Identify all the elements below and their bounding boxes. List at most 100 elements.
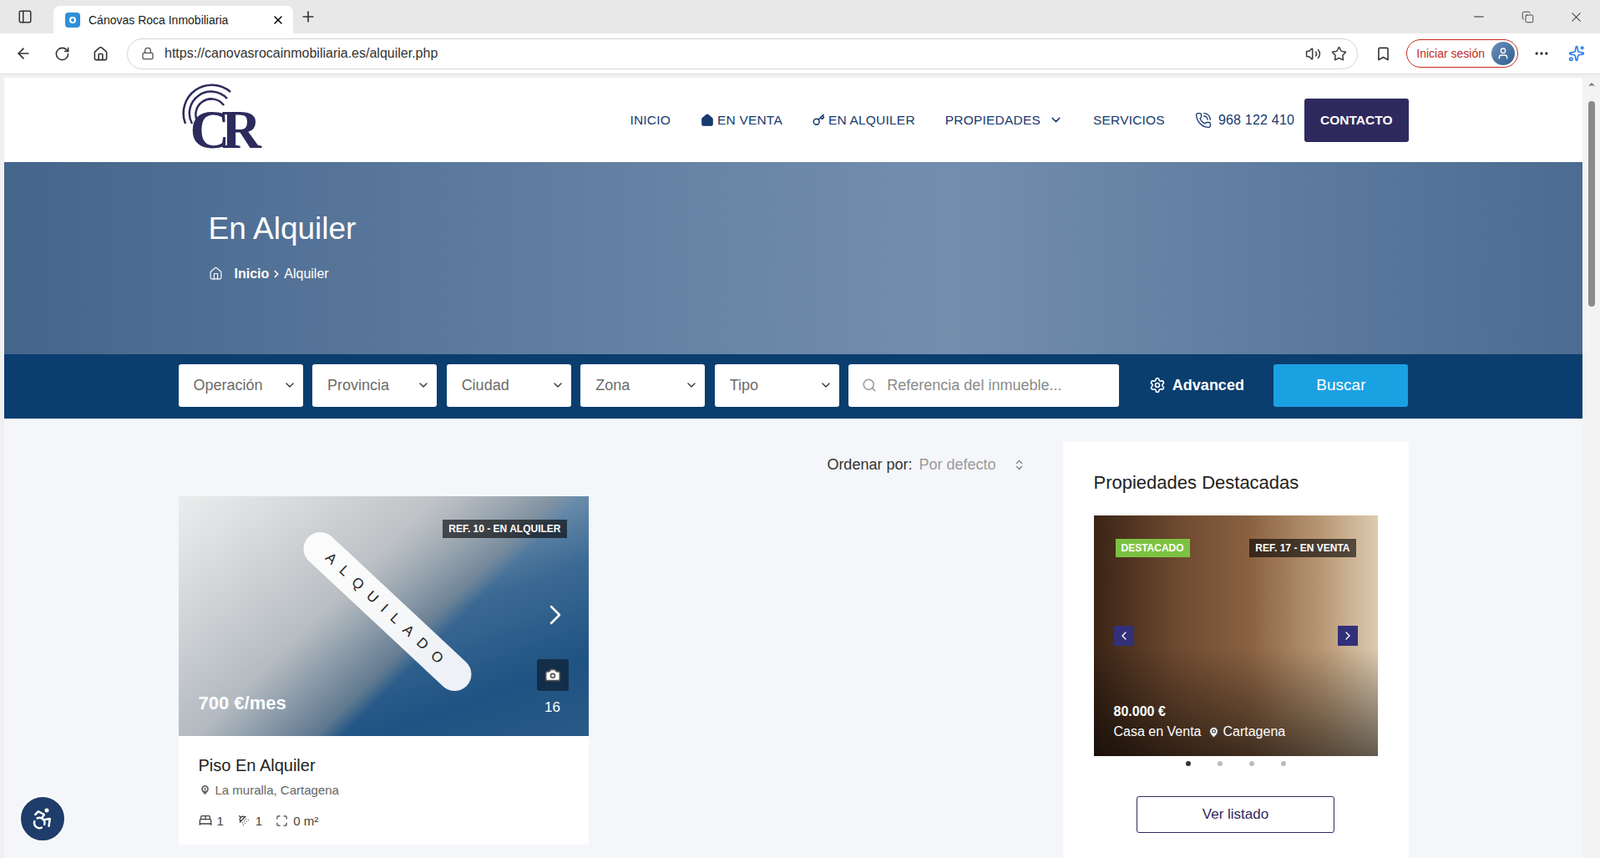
nav-link[interactable]: EN VENTA [700,112,783,128]
more-icon [1533,45,1550,62]
sort-control[interactable]: Ordenar por:Por defecto [178,441,1029,489]
browser-tab[interactable]: Cánovas Roca Inmobiliaria [53,5,294,34]
hero-banner: En AlquilerInicioAlquiler [4,162,1583,354]
contact-button[interactable]: CONTACTO [1304,98,1408,142]
lock-icon [141,46,155,61]
more-button[interactable] [1524,39,1559,68]
back-icon [15,45,32,62]
prev-arrow-icon[interactable] [1113,625,1135,646]
listing-column: Ordenar por:Por defecto ALQUILADOREF. 10 … [178,441,1029,858]
next-photo-icon[interactable] [538,597,573,635]
favorite-star-icon[interactable] [1331,45,1347,62]
chevron-down-icon [283,378,297,392]
phone-icon [1194,111,1212,129]
logo-text: CR [190,101,254,157]
search-icon [861,377,877,393]
phone-link[interactable]: 968 122 410 [1194,111,1295,129]
property-card[interactable]: ALQUILADOREF. 10 - EN ALQUILER700 €/mes1… [178,496,589,845]
tab-actions[interactable] [10,2,41,31]
property-features: 110 m² [198,813,569,828]
feature: 1 [198,813,224,828]
featured-badge: DESTACADO [1115,538,1190,557]
filter-select[interactable]: Ciudad [446,364,572,407]
back-button[interactable] [5,39,42,68]
tab-strip: Cánovas Roca Inmobiliaria [0,0,1600,34]
refresh-icon [54,45,71,62]
chevron-down-icon [551,378,565,392]
shower-icon [237,813,251,827]
property-title[interactable]: Piso En Alquiler [198,754,569,776]
filter-select[interactable]: Provincia [312,364,437,407]
area-icon [275,814,289,827]
next-arrow-icon[interactable] [1337,625,1358,646]
profile-button[interactable]: Iniciar sesión [1406,39,1519,68]
favicon-icon [65,12,81,28]
filter-select[interactable]: Tipo [714,364,840,407]
chevron-down-icon [1048,112,1064,127]
scroll-up-icon[interactable] [1586,79,1597,90]
new-tab-button[interactable] [293,2,324,31]
browser-window: Cánovas Roca Inmobiliaria https://canovas… [0,0,1600,858]
gear-icon [1149,376,1166,394]
carousel-dot[interactable] [1185,760,1191,766]
scrollbar[interactable] [1582,77,1600,858]
reference-badge: REF. 10 - EN ALQUILER [442,519,567,538]
copilot-icon [1568,45,1585,62]
key-icon [812,113,826,127]
reference-input[interactable]: Referencia del inmueble... [848,364,1119,407]
breadcrumb-item: Alquiler [283,266,329,282]
filter-select[interactable]: Zona [580,364,705,407]
sort-icon [1012,458,1026,471]
nav-link[interactable]: SERVICIOS [1093,112,1165,128]
breadcrumb-item[interactable]: Inicio [234,266,270,282]
camera-icon [544,666,562,684]
featured-panel: Propiedades DestacadasDESTACADOREF. 17 -… [1063,441,1409,858]
pin-icon [1207,725,1221,739]
carousel-dot[interactable] [1281,760,1287,766]
site-header: CR INICIO EN VENTA EN ALQUILER PROPIEDADES SE… [4,77,1583,163]
bed-icon [198,813,213,827]
logo[interactable]: CR [178,83,266,157]
avatar-icon [1491,41,1515,66]
property-photo[interactable]: ALQUILADOREF. 10 - EN ALQUILER700 €/mes1… [178,496,589,736]
accessibility-button[interactable] [19,794,66,842]
home-button[interactable] [81,39,119,68]
photo-count: 16 [536,658,569,716]
carousel-dots [1093,760,1378,766]
carousel-dot[interactable] [1217,760,1223,766]
nav-link[interactable]: EN ALQUILER [812,112,916,128]
address-bar[interactable]: https://canovasrocainmobiliaria.es/alqui… [126,38,1358,70]
close-window-button[interactable] [1551,0,1600,34]
window-controls [1454,0,1600,34]
featured-photo[interactable]: DESTACADOREF. 17 - EN VENTA80.000 €Casa … [1093,515,1378,756]
url: https://canovasrocainmobiliaria.es/alqui… [164,45,1296,61]
filter-select[interactable]: Operación [178,364,304,407]
main-nav: INICIO EN VENTA EN ALQUILER PROPIEDADES SERV… [629,98,1408,142]
close-tab-icon[interactable] [271,13,285,27]
view-list-button[interactable]: Ver listado [1136,795,1335,833]
search-button[interactable]: Buscar [1273,364,1408,407]
tab-title: Cánovas Roca Inmobiliaria [88,13,264,27]
carousel-dot[interactable] [1249,760,1255,766]
scroll-thumb[interactable] [1588,101,1595,307]
nav-link[interactable]: INICIO [629,112,671,128]
favorites-button[interactable] [1366,39,1400,68]
chevron-down-icon [684,378,699,392]
chevron-down-icon [819,378,833,392]
refresh-button[interactable] [43,39,81,68]
read-aloud-icon[interactable] [1305,45,1322,62]
advanced-button[interactable]: Advanced [1129,376,1265,395]
restore-button[interactable] [1503,0,1552,34]
pin-icon [198,783,212,796]
minimize-icon [1471,9,1487,25]
home-icon [92,45,109,62]
copilot-button[interactable] [1559,39,1594,68]
plus-icon [299,8,317,26]
reference-badge: REF. 17 - EN VENTA [1249,538,1356,557]
home-icon [700,113,714,127]
page-frame: CR INICIO EN VENTA EN ALQUILER PROPIEDADES SE… [0,74,1600,858]
minimize-button[interactable] [1454,0,1504,34]
address-row: https://canovasrocainmobiliaria.es/alqui… [0,33,1600,75]
nav-link[interactable]: PROPIEDADES [945,112,1064,128]
feature: 0 m² [275,813,319,828]
